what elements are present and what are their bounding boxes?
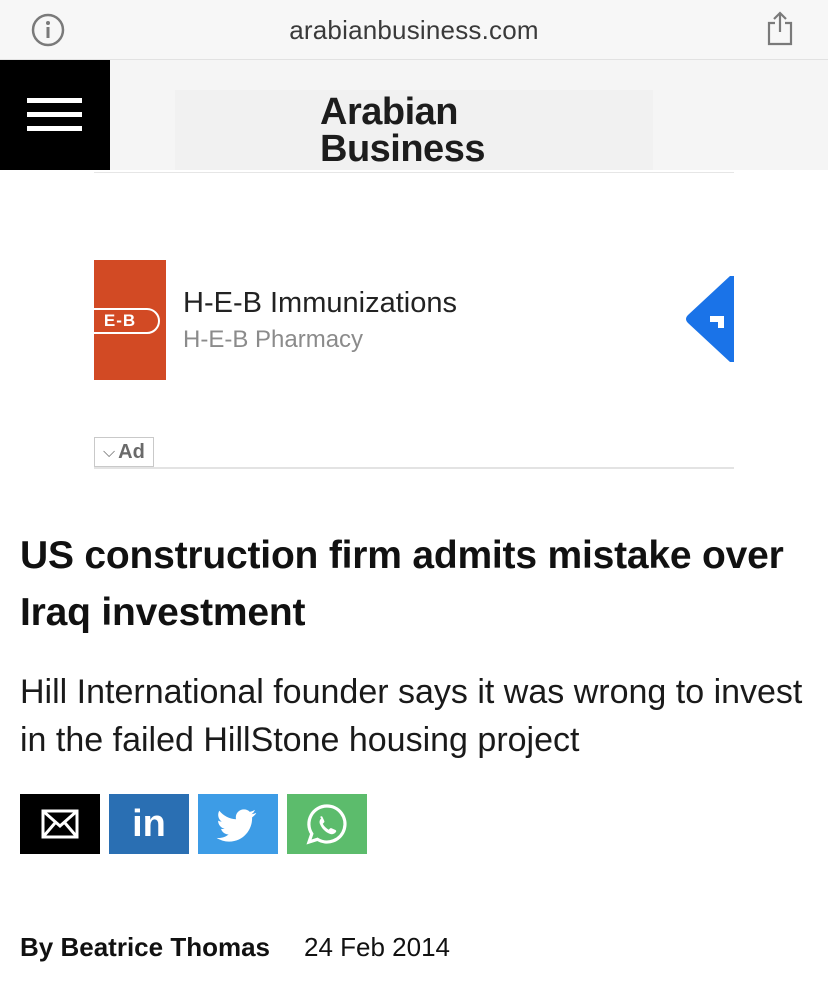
whatsapp-share-button[interactable] — [287, 794, 367, 854]
byline-prefix: By — [20, 932, 54, 962]
article-subheadline: Hill International founder says it was w… — [20, 673, 803, 759]
ad-brand-mark: E-B — [94, 308, 160, 334]
twitter-share-button[interactable] — [198, 794, 278, 854]
author-name[interactable]: Beatrice Thomas — [60, 932, 270, 962]
browser-address-bar: arabianbusiness.com — [0, 0, 828, 60]
publish-date: 24 Feb 2014 — [304, 932, 451, 962]
ad-navigation-arrow-icon[interactable] — [684, 276, 734, 362]
ad-subtitle: H-E-B Pharmacy — [183, 326, 364, 353]
menu-bar — [27, 112, 82, 117]
twitter-bird-icon — [216, 809, 257, 842]
article-byline: By Beatrice Thomas 24 Feb 2014 — [20, 932, 450, 963]
ad-divider-top — [94, 172, 734, 173]
menu-button[interactable] — [0, 60, 110, 170]
logo-line-2: Business — [320, 128, 485, 170]
logo-line-1: Arabian — [320, 91, 458, 133]
envelope-icon — [41, 809, 79, 839]
share-icon[interactable] — [765, 10, 795, 46]
ad-label-text: Ad — [118, 441, 145, 463]
linkedin-icon: in — [132, 803, 166, 845]
menu-bar — [27, 126, 82, 131]
site-logo[interactable]: Arabian Business — [175, 90, 653, 170]
ad-choices-label[interactable]: ⌵ Ad — [94, 437, 154, 467]
chevron-down-icon: ⌵ — [103, 444, 116, 461]
ad-divider-bottom — [94, 467, 734, 469]
email-share-button[interactable] — [20, 794, 100, 854]
linkedin-share-button[interactable]: in — [109, 794, 189, 854]
article-headline: US construction firm admits mistake over… — [20, 534, 784, 634]
site-header: Arabian Business — [0, 60, 828, 170]
whatsapp-icon — [306, 804, 347, 845]
url-text[interactable]: arabianbusiness.com — [0, 15, 828, 46]
ad-title[interactable]: H-E-B Immunizations — [183, 287, 457, 320]
menu-bar — [27, 98, 82, 103]
ad-brand-logo[interactable]: E-B — [94, 260, 166, 380]
